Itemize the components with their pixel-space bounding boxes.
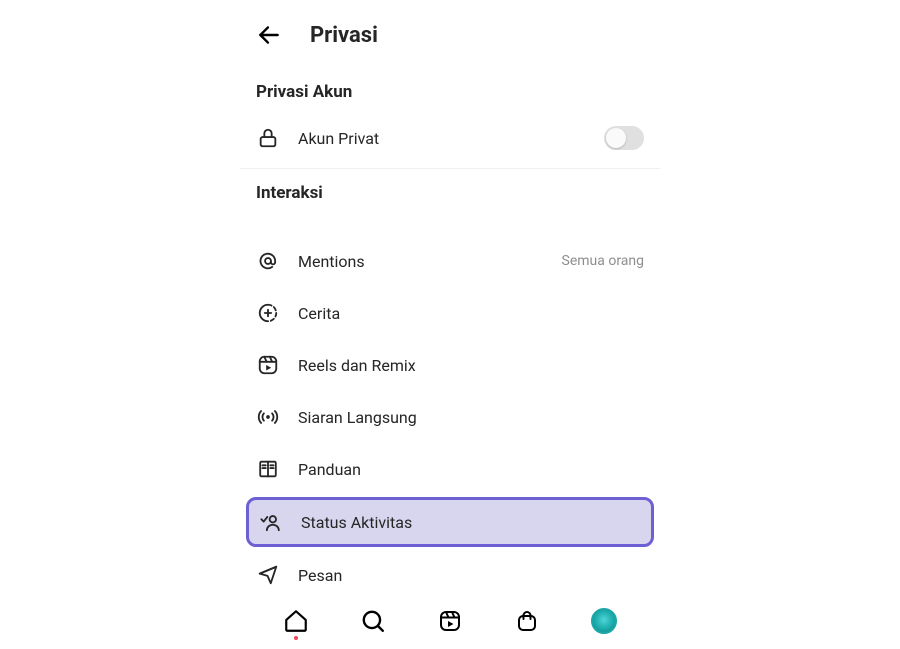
story-add-icon xyxy=(256,301,280,325)
messages-row[interactable]: Pesan xyxy=(240,549,660,601)
mentions-value: Semua orang xyxy=(562,253,644,269)
mentions-row[interactable]: Mentions Semua orang xyxy=(240,235,660,287)
send-icon xyxy=(256,563,280,587)
nav-profile[interactable] xyxy=(590,607,618,635)
story-label: Cerita xyxy=(298,304,340,323)
toggle-knob xyxy=(606,128,626,148)
guides-row[interactable]: Panduan xyxy=(240,443,660,495)
broadcast-icon xyxy=(256,405,280,429)
nav-search[interactable] xyxy=(359,607,387,635)
mentions-label: Mentions xyxy=(298,252,365,271)
bottom-nav xyxy=(240,597,660,641)
reels-label: Reels dan Remix xyxy=(298,356,416,375)
page-title: Privasi xyxy=(310,23,378,48)
at-icon xyxy=(256,249,280,273)
back-icon[interactable] xyxy=(256,22,282,48)
private-account-toggle[interactable] xyxy=(604,126,644,150)
live-row[interactable]: Siaran Langsung xyxy=(240,391,660,443)
section-header-account: Privasi Akun xyxy=(240,68,660,114)
guides-label: Panduan xyxy=(298,460,361,479)
live-label: Siaran Langsung xyxy=(298,408,417,427)
private-account-row[interactable]: Akun Privat xyxy=(240,114,660,168)
lock-icon xyxy=(256,126,280,150)
activity-status-label: Status Aktivitas xyxy=(301,513,412,532)
reels-row[interactable]: Reels dan Remix xyxy=(240,339,660,391)
profile-avatar xyxy=(591,608,617,634)
nav-home[interactable] xyxy=(282,607,310,635)
reels-icon xyxy=(256,353,280,377)
activity-status-row[interactable]: Status Aktivitas xyxy=(246,497,654,547)
nav-reels[interactable] xyxy=(436,607,464,635)
home-notification-dot xyxy=(294,636,298,640)
activity-status-icon xyxy=(259,510,283,534)
messages-label: Pesan xyxy=(298,566,342,585)
story-row[interactable]: Cerita xyxy=(240,287,660,339)
private-account-label: Akun Privat xyxy=(298,129,379,148)
guides-icon xyxy=(256,457,280,481)
section-header-interactions: Interaksi xyxy=(240,169,660,215)
nav-shop[interactable] xyxy=(513,607,541,635)
